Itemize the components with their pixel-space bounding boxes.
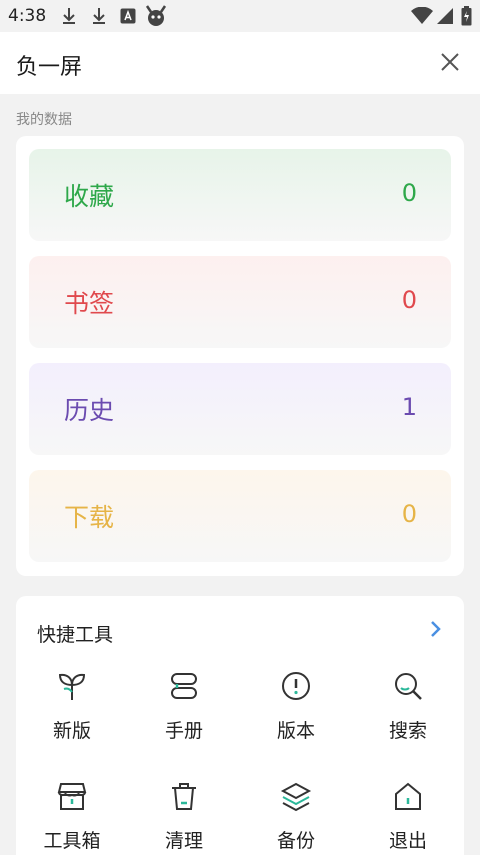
- tool-version[interactable]: 版本: [240, 670, 352, 770]
- info-circle-icon: [282, 672, 310, 700]
- devil-icon: [144, 5, 168, 26]
- trash-icon: [172, 783, 196, 810]
- tool-label: 备份: [276, 830, 315, 852]
- tool-exit[interactable]: 退出: [352, 780, 464, 855]
- manual-icon: [171, 673, 197, 699]
- tool-label: 手册: [164, 720, 203, 742]
- my-data-card: 收藏 0 书签 0 历史 1 下载 0: [16, 136, 464, 576]
- wifi-icon: [410, 6, 434, 26]
- status-bar: 4:38: [0, 0, 480, 32]
- tool-label: 版本: [276, 720, 315, 742]
- quick-tools-card: 快捷工具 新版 手册 版本 搜索 工具箱 清理 备份 退出: [16, 596, 464, 855]
- stat-label: 历史: [64, 396, 115, 425]
- tool-label: 搜索: [388, 720, 427, 742]
- tool-backup[interactable]: 备份: [240, 780, 352, 855]
- layers-icon: [280, 782, 312, 812]
- page-title: 负一屏: [16, 55, 83, 80]
- status-time: 4:38: [8, 6, 47, 26]
- tool-label: 工具箱: [43, 830, 101, 852]
- stat-label: 下载: [64, 503, 115, 532]
- downloads-row[interactable]: 下载 0: [29, 470, 451, 562]
- battery-icon: [460, 6, 472, 26]
- download-icon: [90, 6, 108, 26]
- tool-new-version[interactable]: 新版: [16, 670, 128, 770]
- close-button[interactable]: [436, 48, 464, 76]
- bookmarks-row[interactable]: 书签 0: [29, 256, 451, 348]
- favorites-row[interactable]: 收藏 0: [29, 149, 451, 241]
- home-icon: [395, 782, 421, 810]
- sprout-icon: [58, 673, 86, 700]
- stat-count: 0: [401, 286, 417, 314]
- a-box-icon: [119, 6, 137, 26]
- history-row[interactable]: 历史 1: [29, 363, 451, 455]
- chevron-right-icon: [431, 621, 441, 637]
- shop-icon: [57, 783, 87, 810]
- close-icon: [441, 53, 459, 71]
- tool-label: 清理: [164, 830, 203, 852]
- tool-manual[interactable]: 手册: [128, 670, 240, 770]
- section-label: 我的数据: [16, 112, 72, 128]
- tool-label: 退出: [388, 830, 427, 852]
- stat-count: 0: [401, 179, 417, 207]
- tool-clean[interactable]: 清理: [128, 780, 240, 855]
- signal-icon: [436, 6, 454, 26]
- stat-label: 书签: [64, 289, 115, 318]
- download-icon: [60, 6, 78, 26]
- tool-toolbox[interactable]: 工具箱: [16, 780, 128, 855]
- quick-tools-more-button[interactable]: [426, 618, 446, 640]
- search-icon: [395, 673, 422, 700]
- header-bar: 负一屏: [0, 32, 480, 94]
- stat-count: 1: [401, 393, 417, 421]
- stat-label: 收藏: [64, 182, 115, 211]
- stat-count: 0: [401, 500, 417, 528]
- quick-tools-title: 快捷工具: [37, 624, 114, 646]
- tool-label: 新版: [52, 720, 91, 742]
- tool-search[interactable]: 搜索: [352, 670, 464, 770]
